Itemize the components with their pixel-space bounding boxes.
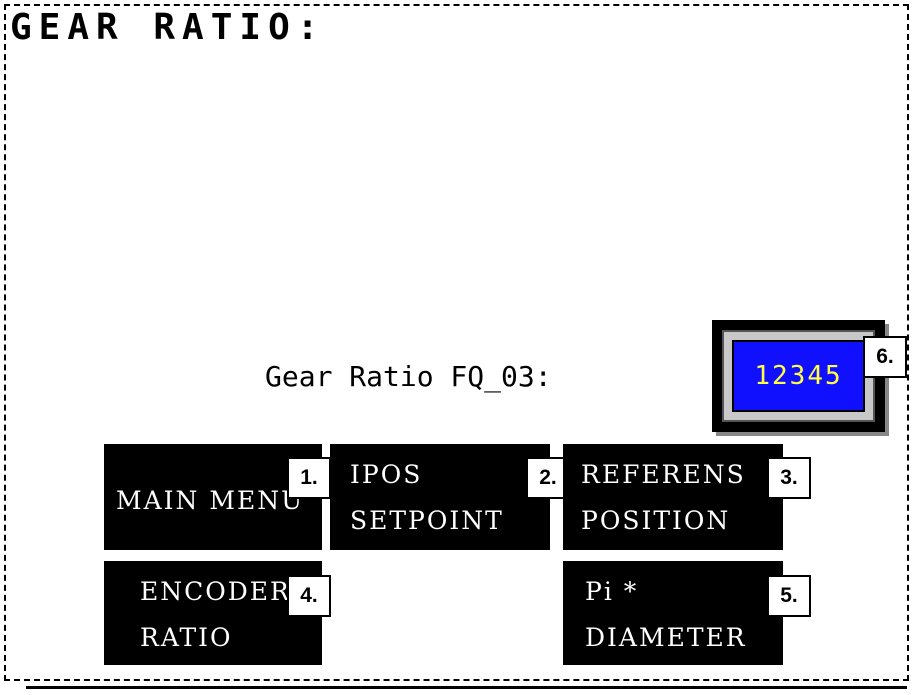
referens-position-line1: REFERENS [581,460,746,489]
value-display[interactable]: 12345 [732,340,865,412]
referens-position-button[interactable]: REFERENS POSITION [563,444,783,550]
badge-1: 1. [287,457,331,499]
badge-6: 6. [863,336,907,378]
ipos-setpoint-line1: IPOS [350,460,423,489]
page-title: GEAR RATIO: [10,7,326,48]
ipos-setpoint-line2: SETPOINT [350,506,504,535]
referens-position-line2: POSITION [581,506,731,535]
gear-ratio-value-box[interactable]: 12345 [712,320,885,432]
encoder-ratio-line1: ENCODER [140,577,291,606]
pi-diameter-button[interactable]: Pi * DIAMETER [563,561,783,665]
encoder-ratio-line2: RATIO [140,623,233,652]
gear-ratio-value: 12345 [754,361,843,391]
badge-3: 3. [767,457,811,499]
gear-ratio-label: Gear Ratio FQ_03: [265,360,552,393]
main-menu-label: MAIN MENU [116,486,305,515]
pi-diameter-line1: Pi * [585,577,639,606]
bottom-divider [26,686,907,689]
badge-4: 4. [287,575,331,617]
badge-5: 5. [767,575,811,617]
value-bevel: 12345 [722,330,875,422]
ipos-setpoint-button[interactable]: IPOS SETPOINT [330,444,550,550]
pi-diameter-line2: DIAMETER [585,623,747,652]
